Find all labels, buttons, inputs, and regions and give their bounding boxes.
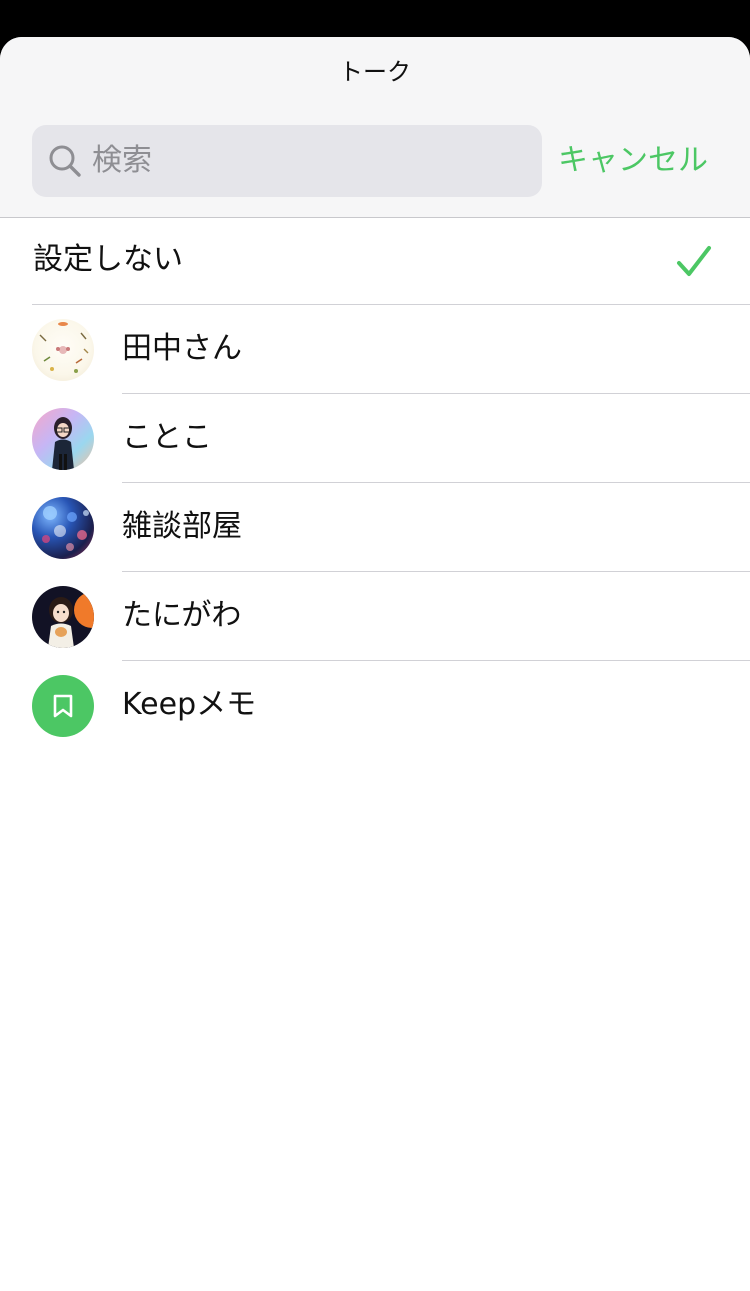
chat-item-keep-memo[interactable]: Keepメモ [0, 661, 750, 750]
tanaka-avatar [32, 319, 94, 381]
chat-list: 設定しない 田中さん ことこ 雑談部屋 たにがわ Keepメモ [0, 218, 750, 750]
bookmark-icon [53, 694, 73, 718]
search-placeholder: 検索 [92, 143, 152, 178]
option-none[interactable]: 設定しない [0, 218, 750, 305]
option-none-label: 設定しない [33, 242, 183, 277]
chat-picker-sheet: トーク 検索 キャンセル 設定しない 田中さん ことこ 雑談部屋 たにがわ Ke… [0, 37, 750, 1291]
chat-name: Keepメモ [122, 687, 257, 722]
chat-item-tanigawa[interactable]: たにがわ [0, 572, 750, 661]
checkmark-icon [677, 246, 711, 276]
zatsudan-avatar [32, 497, 94, 559]
chat-name: ことこ [122, 420, 212, 455]
chat-name: 雑談部屋 [122, 509, 242, 544]
status-bar [0, 0, 750, 40]
cancel-button[interactable]: キャンセル [558, 141, 708, 181]
search-input[interactable]: 検索 [32, 125, 542, 197]
chat-item-tanaka[interactable]: 田中さん [0, 305, 750, 394]
sheet-title: トーク [339, 58, 411, 86]
chat-name: 田中さん [122, 331, 242, 366]
chat-item-zatsudan[interactable]: 雑談部屋 [0, 483, 750, 572]
kotoko-avatar [32, 408, 94, 470]
sheet-header: トーク 検索 キャンセル [0, 37, 750, 218]
chat-name: たにがわ [122, 598, 242, 633]
keep-memo-avatar [32, 675, 94, 737]
tanigawa-avatar [32, 586, 94, 648]
chat-item-kotoko[interactable]: ことこ [0, 394, 750, 483]
search-icon [49, 145, 81, 177]
